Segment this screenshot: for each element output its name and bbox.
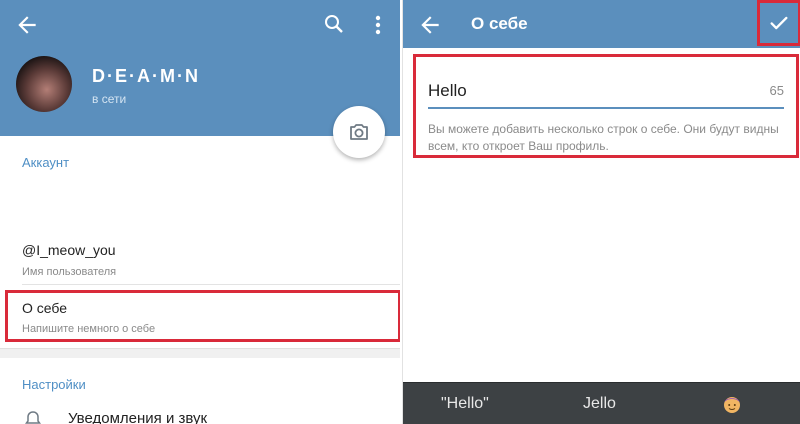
input-underline <box>428 107 784 109</box>
divider <box>22 284 400 285</box>
online-status: в сети <box>92 92 127 106</box>
notifications-and-sound-item[interactable]: Уведомления и звук <box>68 410 207 424</box>
more-vertical-icon[interactable] <box>368 12 388 38</box>
bio-row-title[interactable]: О себе <box>22 300 67 316</box>
username-label: Имя пользователя <box>22 266 117 278</box>
account-section-title: Аккаунт <box>22 155 70 170</box>
bio-input[interactable] <box>428 79 748 103</box>
suggestion-item[interactable]: Jello <box>583 395 616 413</box>
save-button[interactable] <box>757 0 800 46</box>
back-arrow-icon[interactable] <box>14 12 40 38</box>
suggestion-item[interactable]: "Hello" <box>441 395 489 413</box>
back-arrow-icon[interactable] <box>417 12 443 38</box>
search-icon[interactable] <box>322 12 346 36</box>
section-separator <box>0 348 400 358</box>
checkmark-icon <box>770 16 788 30</box>
bio-row-hint: Напишите немного о себе <box>22 323 156 335</box>
profile-settings-panel: D·E·A·M·N в сети Аккаунт @I_meow_you Имя… <box>0 0 400 424</box>
username-value[interactable]: @I_meow_you <box>22 242 116 258</box>
set-photo-button[interactable] <box>333 106 385 158</box>
camera-icon <box>350 124 368 140</box>
page-title: О себе <box>471 14 528 33</box>
keyboard-suggestion-bar: "Hello" Jello <box>403 382 800 424</box>
edit-bio-panel: О себе 65 Вы можете добавить несколько с… <box>402 0 800 424</box>
settings-section-title: Настройки <box>22 377 86 392</box>
profile-name: D·E·A·M·N <box>92 66 200 86</box>
bio-hint-text: Вы можете добавить несколько строк о себ… <box>428 122 779 153</box>
bell-icon <box>25 411 41 424</box>
avatar[interactable] <box>16 56 72 112</box>
edit-bio-header: О себе <box>403 0 800 48</box>
emoji-suggestion-icon[interactable] <box>721 393 743 415</box>
bio-edit-highlight: 65 Вы можете добавить несколько строк о … <box>413 54 799 158</box>
remaining-char-count: 65 <box>769 83 784 98</box>
